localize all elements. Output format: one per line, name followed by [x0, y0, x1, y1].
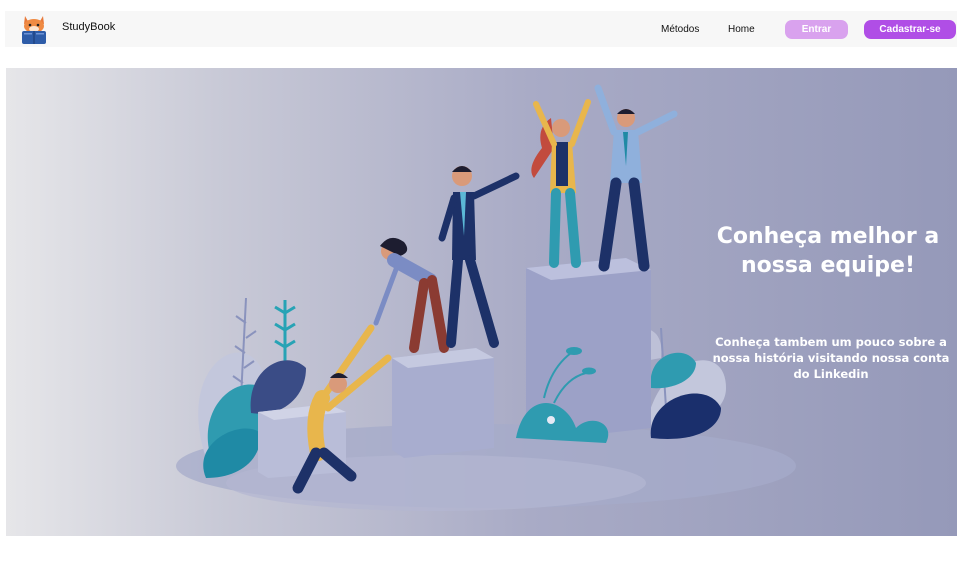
- hero-title: Conheça melhor a nossa equipe!: [716, 224, 940, 278]
- signup-button[interactable]: Cadastrar-se: [864, 20, 956, 39]
- hero-subtitle[interactable]: Conheça tambem um pouco sobre a nossa hi…: [708, 334, 954, 382]
- hero-banner: Conheça melhor a nossa equipe! Conheça t…: [6, 68, 957, 536]
- login-button[interactable]: Entrar: [785, 20, 848, 39]
- fox-reading-book-logo[interactable]: [18, 12, 50, 46]
- nav-link-home[interactable]: Home: [728, 24, 755, 35]
- nav-link-metodos[interactable]: Métodos: [661, 24, 699, 35]
- team-climbing-podium-illustration: [176, 84, 796, 511]
- brand-name[interactable]: StudyBook: [62, 21, 115, 33]
- navbar: StudyBook Métodos Home Entrar Cadastrar-…: [5, 11, 957, 47]
